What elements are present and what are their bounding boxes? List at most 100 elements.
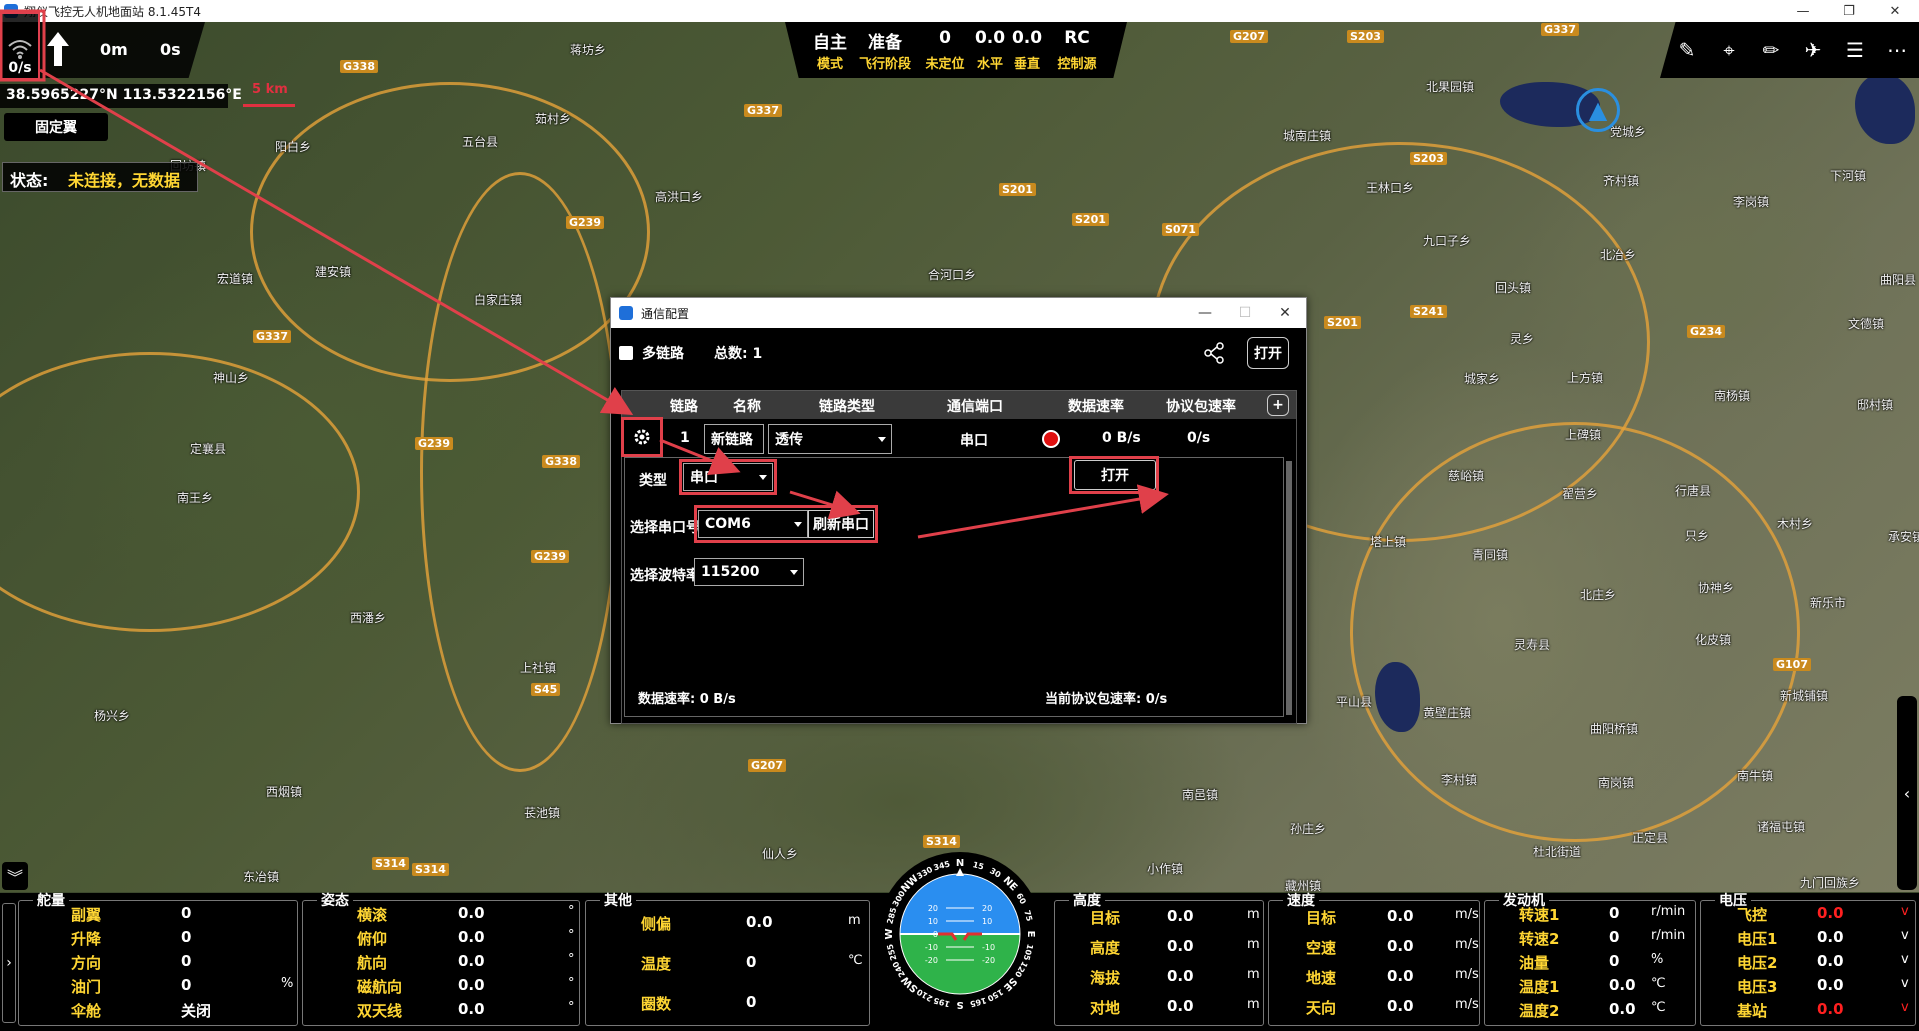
map-place-label: 杨兴乡 [94, 709, 131, 723]
heading-label: N [956, 858, 964, 869]
dialog-close-icon[interactable]: ✕ [1265, 298, 1305, 328]
share-icon[interactable] [1203, 342, 1225, 368]
row-data-rate: 0 B/s [1102, 430, 1141, 446]
map-place-label: 城家乡 [1464, 372, 1501, 386]
status-item: 准备 飞行阶段 [855, 22, 915, 72]
more-icon[interactable]: ⋯ [1883, 36, 1911, 64]
map-place-label: 诸福屯镇 [1757, 820, 1806, 834]
minimize-icon[interactable]: — [1780, 0, 1826, 22]
map-place-label: 阳白乡 [275, 140, 312, 154]
map-place-label: 只乡 [1685, 529, 1710, 543]
telemetry-value: 0.0 [1817, 952, 1844, 970]
telemetry-unit: m [1247, 997, 1260, 1012]
telemetry-row: 航向 0.0 ° [303, 952, 579, 976]
group-title: 其他 [600, 893, 636, 909]
map-route-icon[interactable]: ⌖ [1715, 36, 1743, 64]
map-place-label: 李岗镇 [1733, 195, 1770, 209]
scrollbar[interactable] [1286, 461, 1292, 715]
dialog-maximize-icon[interactable]: ☐ [1225, 298, 1265, 328]
map-place-label: 李村镇 [1441, 773, 1478, 787]
route-tag: G337 [253, 330, 291, 343]
telemetry-group: 高度 目标 0.0 m 高度 0.0 m 海拔 0.0 m 对地 0.0 m [1054, 893, 1264, 1026]
map-place-label: 南王乡 [177, 491, 214, 505]
telemetry-row: 侧偏 0.0 m [586, 913, 869, 937]
map-place-label: 黄壁庄镇 [1423, 706, 1472, 720]
telemetry-value: 0.0 [458, 928, 485, 946]
pen-icon[interactable]: ✏ [1757, 36, 1785, 64]
map-place-label: 东冶镇 [243, 870, 280, 884]
vehicle-marker-icon[interactable]: ▲ [1576, 88, 1620, 132]
dialog-open-button[interactable]: 打开 [1247, 337, 1289, 369]
signal-indicator: 0/s [0, 12, 40, 80]
status-value: RC [1064, 28, 1090, 48]
telemetry-value: 0.0 [1387, 907, 1414, 925]
telemetry-label: 航向 [357, 954, 388, 972]
baud-rate-label: 选择波特率 [630, 568, 700, 584]
telemetry-value: 0.0 [1167, 967, 1194, 985]
telemetry-value: 0.0 [1609, 1000, 1636, 1018]
link-name-input[interactable]: 新链路 [704, 424, 764, 454]
telemetry-unit: m/s [1455, 937, 1479, 952]
add-link-button[interactable]: + [1267, 394, 1289, 416]
telemetry-label: 温度1 [1519, 978, 1560, 996]
telemetry-unit: m [1247, 907, 1260, 922]
scale-bar [243, 104, 295, 107]
tool-marker-icon[interactable]: ✎ [1673, 36, 1701, 64]
pitch-label: -20 [982, 956, 995, 965]
close-icon[interactable]: ✕ [1872, 0, 1918, 22]
multi-link-checkbox[interactable] [619, 346, 633, 360]
map-place-label: 合河口乡 [928, 268, 977, 282]
map-place-label: 藏州镇 [1285, 879, 1322, 892]
telemetry-row: 转速1 0 r/min [1485, 904, 1695, 928]
status-value: 准备 [868, 33, 902, 53]
telemetry-row: 方向 0 [19, 952, 297, 976]
map-place-label: 高洪口乡 [655, 190, 704, 204]
telemetry-row: 伞舱 关闭 [19, 1000, 297, 1024]
telemetry-value: 0 [181, 928, 192, 946]
telemetry-label: 方向 [71, 954, 102, 972]
side-expand-icon[interactable]: ‹ [1897, 696, 1917, 890]
telemetry-row: 双天线 0.0 ° [303, 1000, 579, 1024]
telemetry-row: 空速 0.0 m/s [1269, 937, 1479, 961]
telemetry-value: 0 [746, 953, 757, 971]
attitude-compass: 20 2010 100-10 -10-20 -20N 1530NE6075E105120S… [878, 852, 1042, 1016]
telemetry-label: 双天线 [357, 1002, 403, 1020]
map-place-label: 杜北街道 [1533, 845, 1582, 859]
multi-link-label: 多链路 [642, 346, 684, 362]
status-item: RC 控制源 [1047, 22, 1107, 72]
telemetry-unit: ° [568, 976, 575, 991]
telemetry-unit: v [1901, 904, 1909, 919]
telemetry-label: 天向 [1306, 999, 1337, 1017]
pitch-label: 0 [933, 930, 938, 939]
connection-status-icon [1042, 430, 1060, 448]
total-count: 总数: 1 [714, 346, 763, 362]
expand-left-icon[interactable]: › [2, 903, 16, 1023]
maximize-icon[interactable]: ❐ [1826, 0, 1872, 22]
map-place-label: 齐村镇 [1603, 174, 1640, 188]
settings-sliders-icon[interactable]: ☰ [1841, 36, 1869, 64]
link-type-value: 透传 [775, 432, 803, 448]
telemetry-row: 副翼 0 [19, 904, 297, 928]
aircraft-type-button[interactable]: 固定翼 [4, 113, 108, 141]
telemetry-unit: ° [568, 1000, 575, 1015]
map-place-label: 南牛镇 [1737, 769, 1774, 783]
link-type-select[interactable]: 透传 [768, 424, 892, 454]
dialog-minimize-icon[interactable]: — [1185, 298, 1225, 328]
route-tag: G239 [415, 437, 453, 450]
map-place-label: 曲阳桥镇 [1590, 722, 1639, 736]
map-place-label: 灵乡 [1510, 332, 1535, 346]
telemetry-label: 俯仰 [357, 930, 388, 948]
heading-arrow-icon [47, 32, 69, 70]
telemetry-value: 0.0 [1817, 928, 1844, 946]
telemetry-unit: ℃ [848, 953, 863, 968]
map-place-label: 孙庄乡 [1290, 822, 1327, 836]
route-tag: S071 [1162, 223, 1199, 236]
collapse-chevron-icon[interactable]: ︾ [2, 862, 28, 890]
telemetry-value: 0.0 [458, 976, 485, 994]
map-place-label: 慈峪镇 [1448, 469, 1485, 483]
plane-icon[interactable]: ✈ [1799, 36, 1827, 64]
telemetry-unit: r/min [1651, 904, 1686, 919]
telemetry-value: 0 [181, 904, 192, 922]
baud-rate-select[interactable]: 115200 [694, 558, 804, 586]
telemetry-unit: v [1901, 1000, 1909, 1015]
